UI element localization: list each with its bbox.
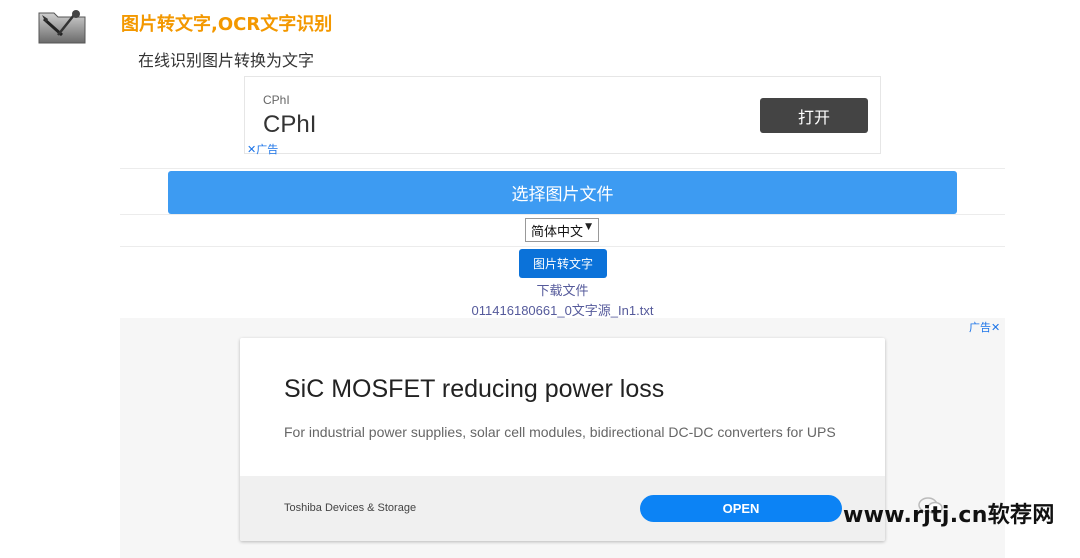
download-link[interactable]: 下载文件 (0, 280, 1080, 299)
site-watermark: www.rjtj.cn软荐网 (843, 503, 1055, 528)
convert-button[interactable]: 图片转文字 (519, 249, 607, 278)
ad-brand-small: CPhI (263, 93, 290, 107)
select-image-button[interactable]: 选择图片文件 (168, 171, 957, 214)
language-select[interactable]: 简体中文 ▼ (525, 218, 599, 242)
ad-brand-large: CPhI (263, 111, 317, 138)
ad-open-button[interactable]: 打开 (760, 98, 868, 133)
dropdown-arrow-icon: ▼ (585, 222, 592, 232)
ad-label-close[interactable]: 广告✕ (969, 319, 1000, 335)
divider (120, 168, 1005, 169)
divider (120, 214, 1005, 215)
download-filename-link[interactable]: 011416180661_0文字源_In1.txt (0, 300, 1080, 319)
bottom-advertisement[interactable]: SiC MOSFET reducing power loss For indus… (240, 338, 885, 541)
ad-advertiser: Toshiba Devices & Storage (284, 502, 417, 514)
divider (120, 246, 1005, 247)
top-advertisement[interactable]: CPhI CPhI 打开 ✕广告 (244, 76, 881, 157)
language-select-value: 简体中文 (531, 224, 584, 240)
app-tools-icon (38, 10, 86, 44)
page-subtitle: 在线识别图片转换为文字 (138, 51, 315, 70)
ad-open-button[interactable]: OPEN (640, 495, 842, 522)
page-title: 图片转文字,OCR文字识别 (121, 14, 333, 35)
ad-description: For industrial power supplies, solar cel… (284, 424, 836, 440)
ad-close-button[interactable]: ✕广告 (247, 141, 278, 157)
ad-headline[interactable]: SiC MOSFET reducing power loss (284, 375, 664, 404)
